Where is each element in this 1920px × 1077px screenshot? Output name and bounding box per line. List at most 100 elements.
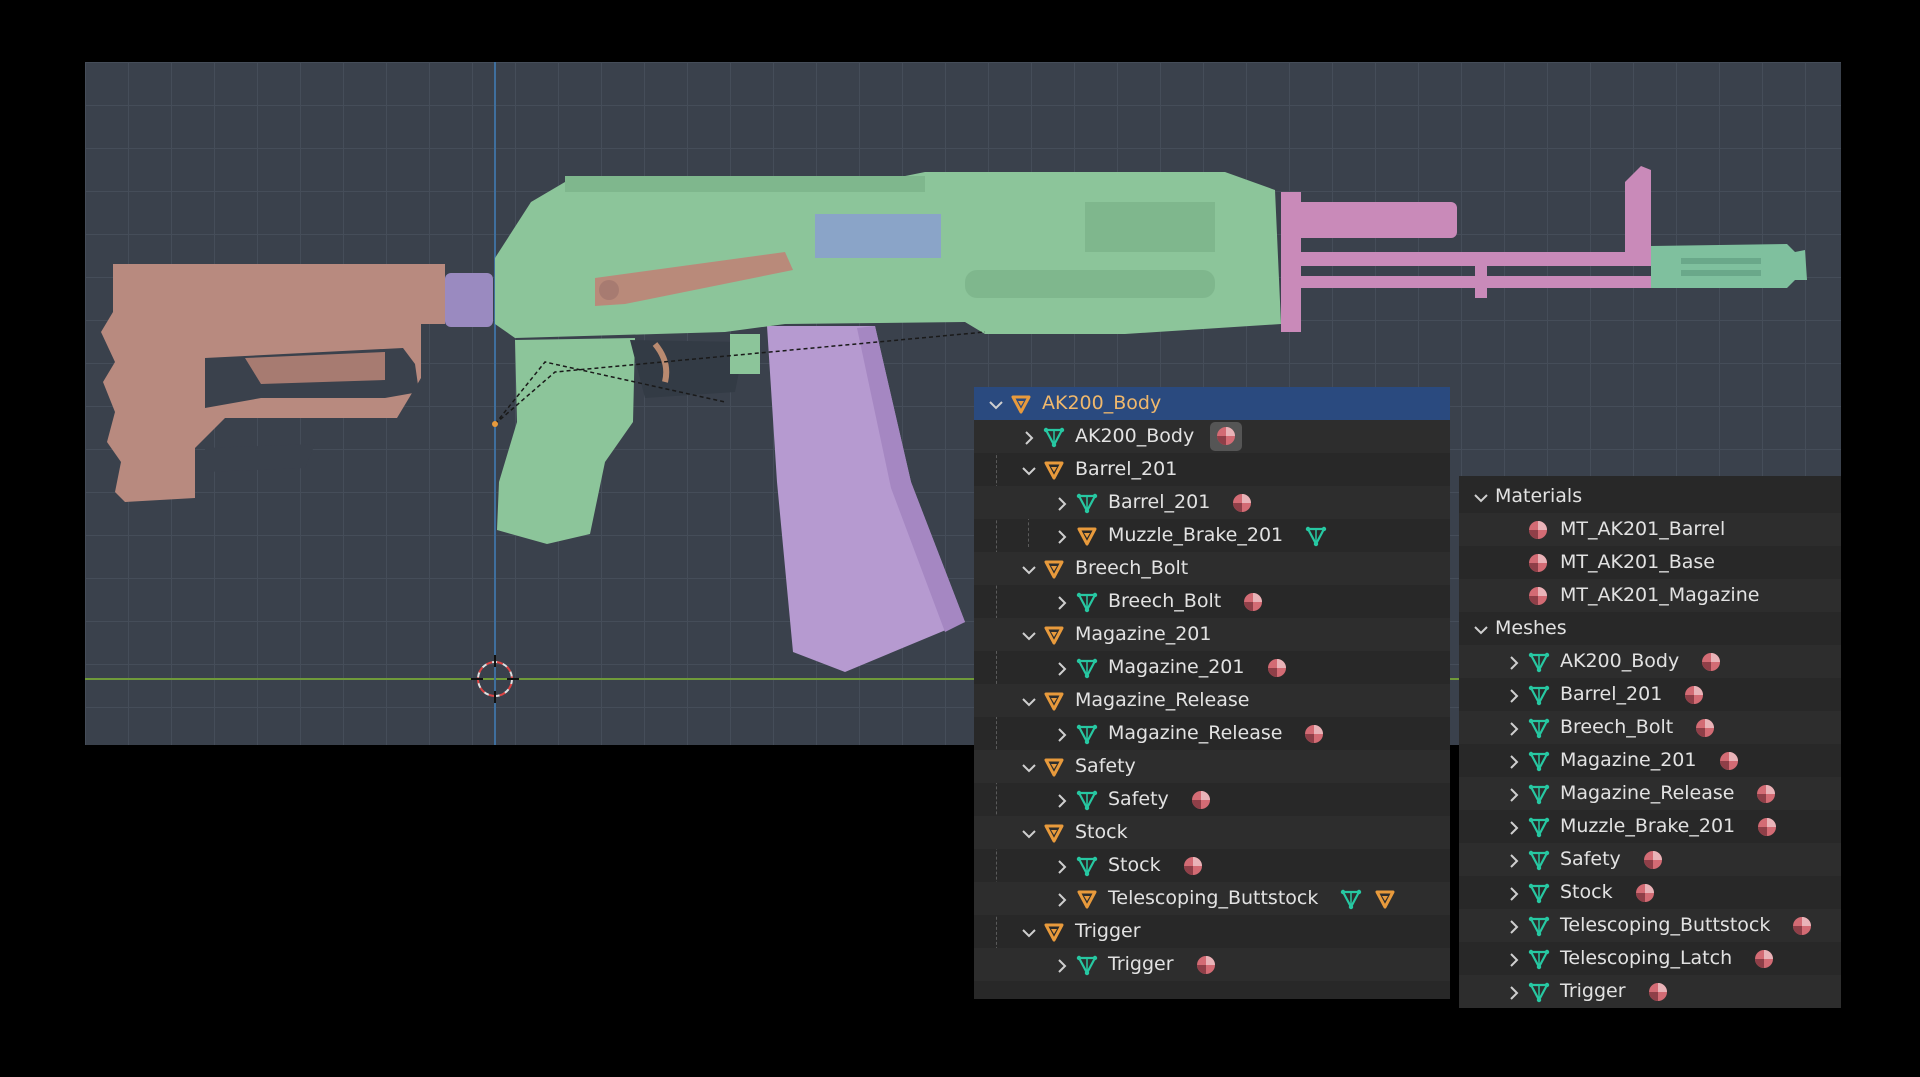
chevron-down-icon[interactable] [1021,924,1037,940]
mesh-icon[interactable] [1340,888,1362,910]
chevron-right-icon[interactable] [1021,429,1037,445]
tree-row-telescoping-buttstock[interactable]: Telescoping_Buttstock [1459,909,1841,942]
chevron-right-icon[interactable] [1506,819,1522,835]
tree-row-ak200-body[interactable]: AK200_Body [974,387,1450,420]
chevron-down-icon[interactable] [1021,627,1037,643]
tree-row-magazine-release[interactable]: Magazine_Release [1459,777,1841,810]
tree-row-breech-bolt[interactable]: Breech_Bolt [1459,711,1841,744]
tree-row-barrel-201[interactable]: Barrel_201 [974,486,1450,519]
material-icon[interactable] [1183,856,1203,876]
material-icon[interactable] [1196,955,1216,975]
material-icon[interactable] [1267,658,1287,678]
tree-row-magazine-release[interactable]: Magazine_Release [974,684,1450,717]
mesh-icon[interactable] [1305,525,1327,547]
tree-row-magazine-release[interactable]: Magazine_Release [974,717,1450,750]
chevron-right-icon[interactable] [1054,594,1070,610]
mesh-icon [1528,882,1550,904]
material-icon[interactable] [1792,916,1812,936]
tree-row-ak200-body[interactable]: AK200_Body [974,420,1450,453]
stock-part [101,264,445,502]
tree-row-ak200-body[interactable]: AK200_Body [1459,645,1841,678]
chevron-right-icon[interactable] [1054,858,1070,874]
chevron-right-icon[interactable] [1506,885,1522,901]
chevron-right-icon[interactable] [1506,753,1522,769]
active-material-button[interactable] [1210,422,1243,451]
row-label: Safety [1560,848,1621,870]
blend-data-panel[interactable]: Materials MT_AK201_Barrel MT_AK201_Base MT_… [1459,476,1841,1008]
chevron-right-icon[interactable] [1054,528,1070,544]
collection-icon[interactable] [1374,888,1396,910]
material-icon[interactable] [1304,724,1324,744]
outliner-panel[interactable]: AK200_Body AK200_Body Barrel_201 Barrel_201… [974,387,1450,999]
group-row-materials[interactable]: Materials [1459,480,1841,513]
material-icon[interactable] [1757,817,1777,837]
material-icon[interactable] [1643,850,1663,870]
tree-row-barrel-201[interactable]: Barrel_201 [974,453,1450,486]
chevron-down-icon[interactable] [1473,489,1489,505]
material-icon[interactable] [1756,784,1776,804]
row-label: Stock [1075,821,1128,843]
chevron-down-icon[interactable] [1021,561,1037,577]
tree-row-breech-bolt[interactable]: Breech_Bolt [974,585,1450,618]
chevron-down-icon[interactable] [1473,621,1489,637]
chevron-right-icon[interactable] [1506,984,1522,1000]
material-icon[interactable] [1232,493,1252,513]
chevron-right-icon[interactable] [1054,891,1070,907]
tree-row-barrel-201[interactable]: Barrel_201 [1459,678,1841,711]
mesh-icon [1528,750,1550,772]
tree-row-breech-bolt[interactable]: Breech_Bolt [974,552,1450,585]
chevron-right-icon[interactable] [1054,792,1070,808]
chevron-down-icon[interactable] [1021,693,1037,709]
tree-row-mt-ak201-base[interactable]: MT_AK201_Base [1459,546,1841,579]
chevron-right-icon[interactable] [1506,951,1522,967]
chevron-right-icon[interactable] [1506,720,1522,736]
chevron-down-icon[interactable] [988,396,1004,412]
chevron-down-icon[interactable] [1021,759,1037,775]
group-row-meshes[interactable]: Meshes [1459,612,1841,645]
row-label: Trigger [1075,920,1141,942]
tree-row-safety[interactable]: Safety [1459,843,1841,876]
material-icon[interactable] [1635,883,1655,903]
tree-row-trigger[interactable]: Trigger [1459,975,1841,1008]
breech-bolt-part [815,214,941,258]
material-icon[interactable] [1719,751,1739,771]
material-icon[interactable] [1701,652,1721,672]
tree-row-telescoping-latch[interactable]: Telescoping_Latch [1459,942,1841,975]
material-icon[interactable] [1684,685,1704,705]
tree-row-magazine-201[interactable]: Magazine_201 [974,618,1450,651]
tree-row-muzzle-brake-201[interactable]: Muzzle_Brake_201 [974,519,1450,552]
chevron-right-icon[interactable] [1054,660,1070,676]
chevron-right-icon[interactable] [1506,654,1522,670]
mesh-icon [1528,981,1550,1003]
chevron-right-icon[interactable] [1054,957,1070,973]
material-icon[interactable] [1695,718,1715,738]
row-label: Materials [1495,485,1583,507]
chevron-right-icon[interactable] [1506,786,1522,802]
tree-row-magazine-201[interactable]: Magazine_201 [1459,744,1841,777]
chevron-right-icon[interactable] [1054,726,1070,742]
tree-row-mt-ak201-barrel[interactable]: MT_AK201_Barrel [1459,513,1841,546]
tree-row-mt-ak201-magazine[interactable]: MT_AK201_Magazine [1459,579,1841,612]
material-icon[interactable] [1243,592,1263,612]
tree-row-stock[interactable]: Stock [974,849,1450,882]
chevron-right-icon[interactable] [1506,918,1522,934]
material-icon[interactable] [1648,982,1668,1002]
material-icon[interactable] [1754,949,1774,969]
chevron-right-icon[interactable] [1506,852,1522,868]
tree-row-safety[interactable]: Safety [974,750,1450,783]
mesh-icon [1528,717,1550,739]
tree-row-stock[interactable]: Stock [974,816,1450,849]
chevron-right-icon[interactable] [1054,495,1070,511]
chevron-down-icon[interactable] [1021,462,1037,478]
tree-row-trigger[interactable]: Trigger [974,915,1450,948]
chevron-right-icon[interactable] [1506,687,1522,703]
tree-row-trigger[interactable]: Trigger [974,948,1450,981]
buffer-tube [445,273,493,327]
tree-row-stock[interactable]: Stock [1459,876,1841,909]
chevron-down-icon[interactable] [1021,825,1037,841]
material-icon[interactable] [1191,790,1211,810]
tree-row-magazine-201[interactable]: Magazine_201 [974,651,1450,684]
tree-row-muzzle-brake-201[interactable]: Muzzle_Brake_201 [1459,810,1841,843]
tree-row-telescoping-buttstock[interactable]: Telescoping_Buttstock [974,882,1450,915]
tree-row-safety[interactable]: Safety [974,783,1450,816]
